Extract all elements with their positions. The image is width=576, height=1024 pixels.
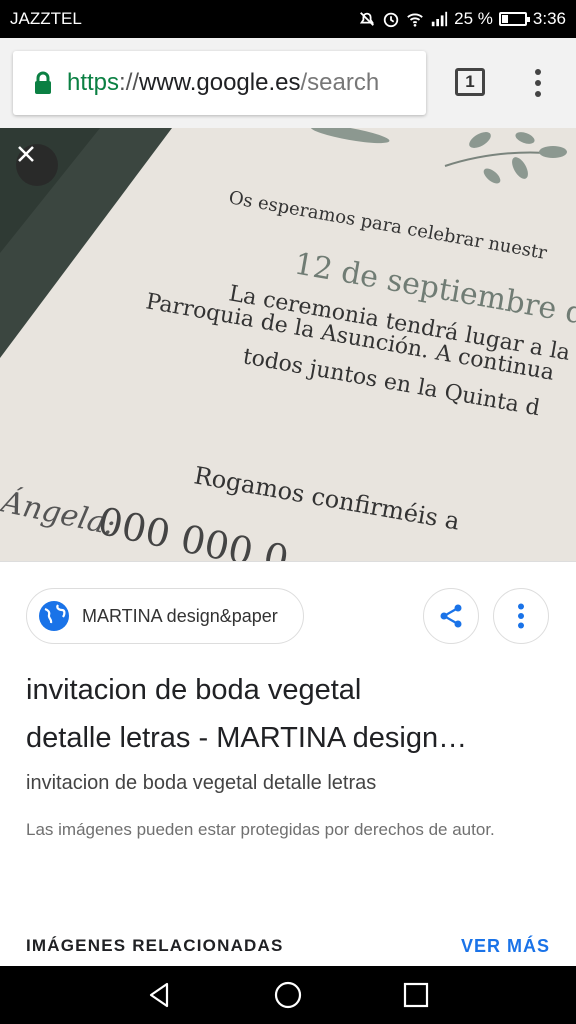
lock-icon xyxy=(35,71,51,94)
result-title-line-1: invitacion de boda vegetal xyxy=(26,674,362,706)
close-icon xyxy=(18,146,34,162)
see-more-link[interactable]: VER MÁS xyxy=(461,936,550,957)
copyright-notice: Las imágenes pueden estar protegidas por… xyxy=(26,820,495,839)
url-text: https://www.google.es/search xyxy=(67,69,380,96)
recents-icon[interactable] xyxy=(401,980,431,1010)
share-icon xyxy=(440,604,462,628)
address-bar[interactable]: https://www.google.es/search xyxy=(13,51,426,115)
battery-icon xyxy=(498,12,530,26)
signal-icon xyxy=(431,11,448,27)
source-chip[interactable]: MARTINA design&paper xyxy=(26,588,304,644)
alarm-icon xyxy=(383,12,399,28)
home-icon[interactable] xyxy=(273,980,303,1010)
result-title[interactable]: invitacion de boda vegetal detalle letra… xyxy=(26,666,556,762)
image-preview[interactable]: Os esperamos para celebrar nuestr 12 de … xyxy=(0,128,576,561)
more-options-button[interactable] xyxy=(493,588,549,644)
back-icon[interactable] xyxy=(145,980,175,1010)
result-title-line-2: detalle letras - MARTINA design… xyxy=(26,722,468,754)
globe-icon xyxy=(39,601,69,631)
clock: 3:36 xyxy=(532,9,566,28)
close-button[interactable] xyxy=(16,144,58,186)
source-name: MARTINA design&paper xyxy=(82,605,278,626)
browser-toolbar: https://www.google.es/search 1 xyxy=(0,38,576,128)
related-images-heading: IMÁGENES RELACIONADAS xyxy=(26,936,284,955)
battery-percent: 25 % xyxy=(454,9,493,28)
carrier-label: JAZZTEL xyxy=(10,9,82,28)
tab-count: 1 xyxy=(465,72,475,91)
result-subtitle: invitacion de boda vegetal detalle letra… xyxy=(26,772,377,794)
result-info-panel: MARTINA design&paper invitacion de boda … xyxy=(0,561,576,967)
system-nav-bar xyxy=(0,966,576,1024)
invitation-photo: Os esperamos para celebrar nuestr 12 de … xyxy=(0,128,576,561)
share-button[interactable] xyxy=(423,588,479,644)
status-bar: JAZZTEL 25 % 3:36 xyxy=(0,0,576,38)
battery-level xyxy=(501,15,508,23)
mute-icon xyxy=(360,12,375,26)
wifi-icon xyxy=(407,13,423,27)
overflow-menu-icon[interactable] xyxy=(530,68,546,98)
tabs-icon[interactable]: 1 xyxy=(455,68,485,96)
more-vert-icon xyxy=(518,603,524,629)
